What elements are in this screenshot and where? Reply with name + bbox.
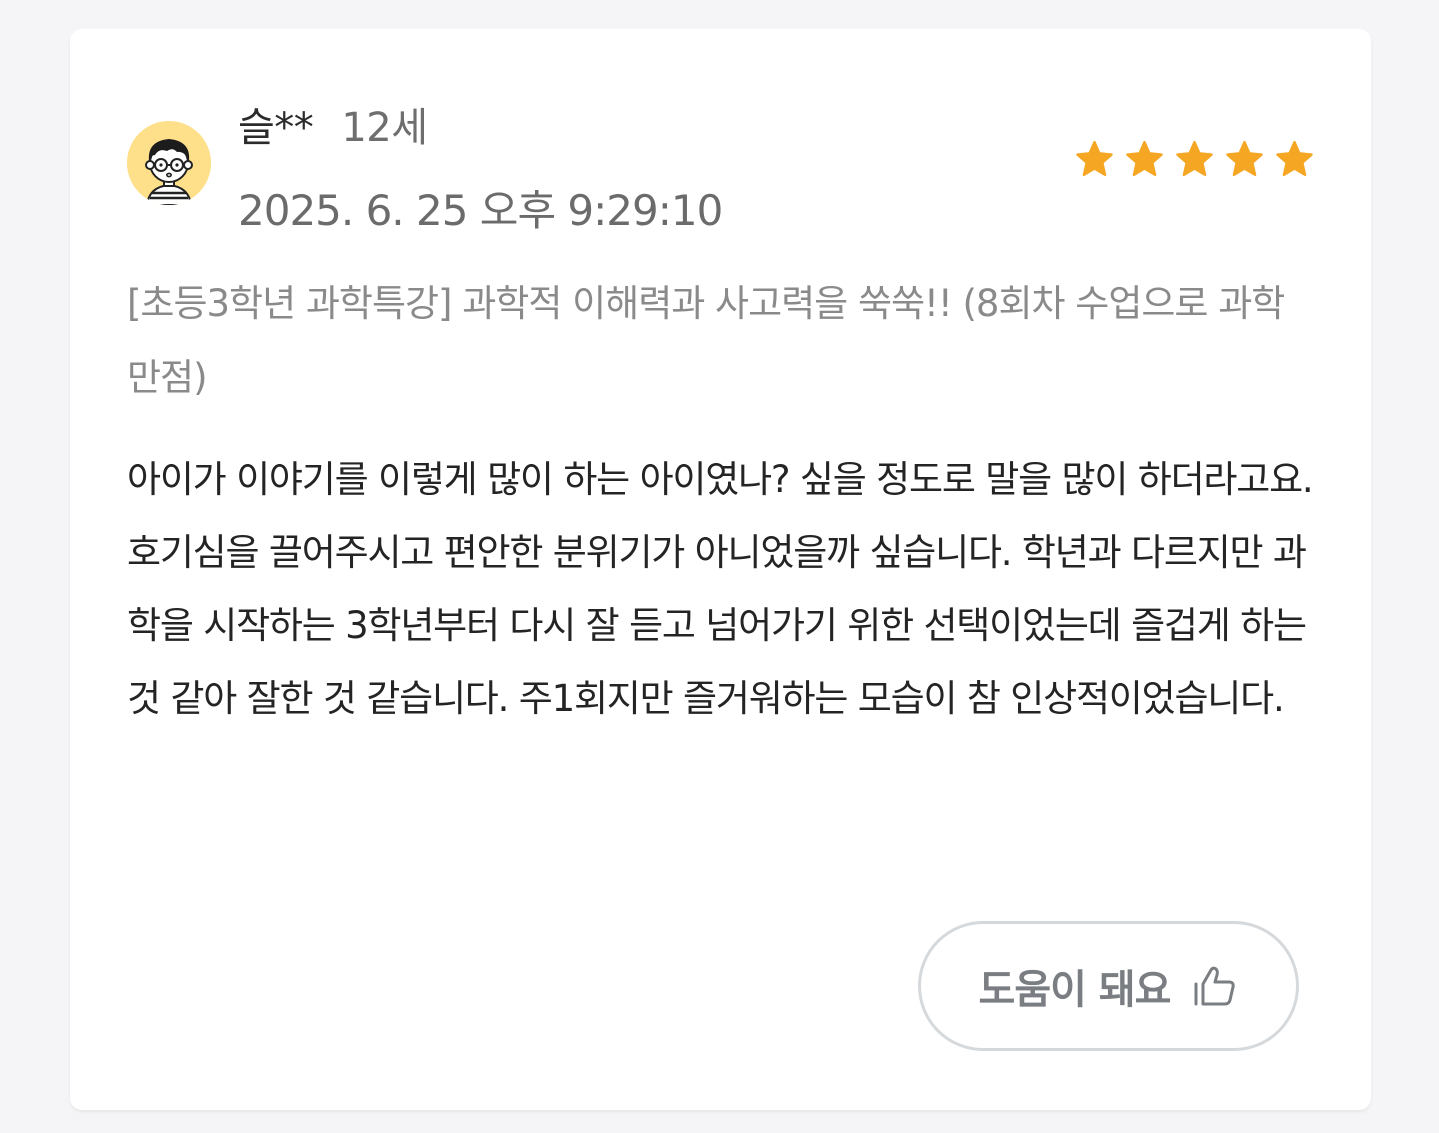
course-title: [초등3학년 과학특강] 과학적 이해력과 사고력을 쑥쑥!! (8회차 수업으… (127, 282, 1285, 399)
helpful-label: 도움이 돼요 (978, 967, 1172, 1013)
thumbs-up-icon (1194, 966, 1236, 1006)
star-icon (1176, 140, 1213, 177)
user-info-row: 슬** 12세 (238, 97, 428, 151)
user-avatar (127, 121, 211, 205)
star-rating (1074, 139, 1315, 180)
star-icon (1276, 140, 1313, 177)
star-icon (1076, 140, 1113, 177)
star-icon (1226, 140, 1263, 177)
helpful-button[interactable]: 도움이 돼요 (918, 921, 1299, 1051)
review-date: 2025. 6. 25 오후 9:29:10 (238, 186, 723, 235)
user-name: 슬** (238, 105, 314, 151)
boy-avatar-icon (127, 121, 211, 205)
review-body: 아이가 이야기를 이렇게 많이 하는 아이였나? 싶을 정도로 말을 많이 하더… (127, 458, 1314, 720)
user-age: 12세 (341, 105, 428, 151)
star-icon (1126, 140, 1163, 177)
review-card: 슬** 12세 2025. 6. 25 오후 9:29:10 [초등3학년 과학… (70, 29, 1371, 1110)
